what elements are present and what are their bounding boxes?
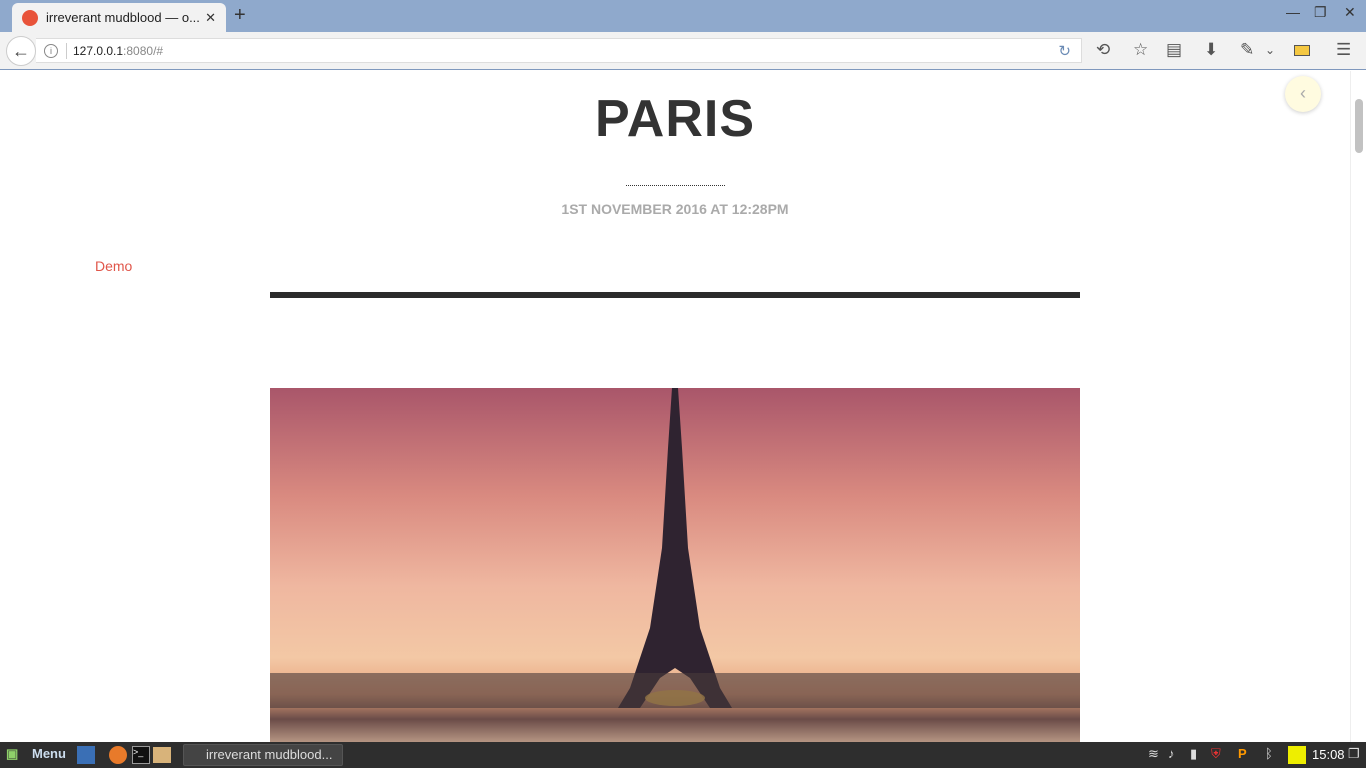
workspace-icon[interactable]: ❐ — [1348, 746, 1360, 762]
terminal-launcher-icon[interactable]: >_ — [132, 746, 150, 764]
ruler-icon[interactable] — [1294, 45, 1310, 56]
browser-tab[interactable]: irreverant mudblood — o... ✕ — [12, 3, 226, 32]
category-link[interactable]: Demo — [95, 258, 132, 274]
scrollbar-thumb[interactable] — [1355, 99, 1363, 153]
title-bar: irreverant mudblood — o... ✕ + — ❐ ✕ — [0, 0, 1366, 32]
back-button[interactable]: ← — [6, 36, 36, 66]
firefox-launcher-icon[interactable] — [109, 746, 127, 764]
divider — [626, 185, 725, 186]
new-tab-button[interactable]: + — [234, 4, 246, 27]
menu-icon[interactable]: ☰ — [1336, 40, 1351, 60]
wifi-icon[interactable]: ≋ — [1148, 746, 1159, 762]
url-path: :8080/# — [123, 43, 164, 58]
reload-icon[interactable]: ↻ — [1058, 42, 1071, 60]
clock[interactable]: 15:08 — [1312, 747, 1345, 762]
eyedropper-icon[interactable]: ✎ — [1240, 40, 1254, 60]
post-date: 1ST NOVEMBER 2016 AT 12:28PM — [561, 201, 789, 217]
eiffel-tower-image — [270, 388, 1080, 742]
download-icon[interactable]: ⬇ — [1204, 40, 1218, 60]
battery-icon[interactable]: ▮ — [1190, 746, 1197, 762]
clipboard-icon[interactable]: ▤ — [1166, 40, 1182, 60]
close-tab-icon[interactable]: ✕ — [205, 10, 216, 26]
info-icon[interactable]: i — [44, 43, 58, 58]
mint-logo-icon[interactable]: ▣ — [6, 746, 18, 762]
restore-button[interactable]: ❐ — [1314, 4, 1327, 21]
browser-toolbar: ← i 127.0.0.1:8080/# ↻ — [0, 32, 1366, 70]
chevron-down-icon[interactable]: ⌄ — [1265, 43, 1275, 57]
taskbar-window-button[interactable]: irreverant mudblood... — [183, 744, 343, 766]
url-host: 127.0.0.1 — [73, 43, 124, 58]
parking-icon[interactable]: P — [1238, 746, 1247, 761]
bluetooth-icon[interactable]: ᛒ — [1265, 746, 1273, 761]
minimize-button[interactable]: — — [1286, 4, 1300, 20]
start-menu-button[interactable]: Menu — [32, 746, 66, 761]
page-content: PARIS 1ST NOVEMBER 2016 AT 12:28PM Demo … — [0, 71, 1350, 742]
divider — [270, 292, 1080, 298]
shield-icon[interactable]: ⛨ — [1211, 746, 1221, 762]
site-favicon-icon — [22, 9, 38, 26]
volume-icon[interactable]: ♪ — [1168, 746, 1175, 761]
page-title: PARIS — [594, 90, 756, 148]
taskbar: ▣ Menu >_ irreverant mudblood... ≋ ♪ ▮ ⛨… — [0, 742, 1366, 768]
tab-title: irreverant mudblood — o... — [46, 10, 200, 25]
address-bar[interactable]: i 127.0.0.1:8080/# ↻ — [36, 38, 1082, 63]
history-extension-icon[interactable]: ⟲ — [1096, 40, 1110, 60]
divider — [66, 42, 67, 59]
scrollbar[interactable] — [1350, 71, 1366, 742]
close-window-button[interactable]: ✕ — [1344, 4, 1356, 21]
notes-icon[interactable] — [1288, 746, 1306, 764]
files-launcher-icon[interactable] — [153, 747, 171, 763]
show-desktop-icon[interactable] — [77, 746, 95, 764]
collapse-sidebar-button[interactable]: ‹ — [1285, 76, 1321, 112]
bookmark-star-icon[interactable]: ☆ — [1133, 40, 1148, 60]
